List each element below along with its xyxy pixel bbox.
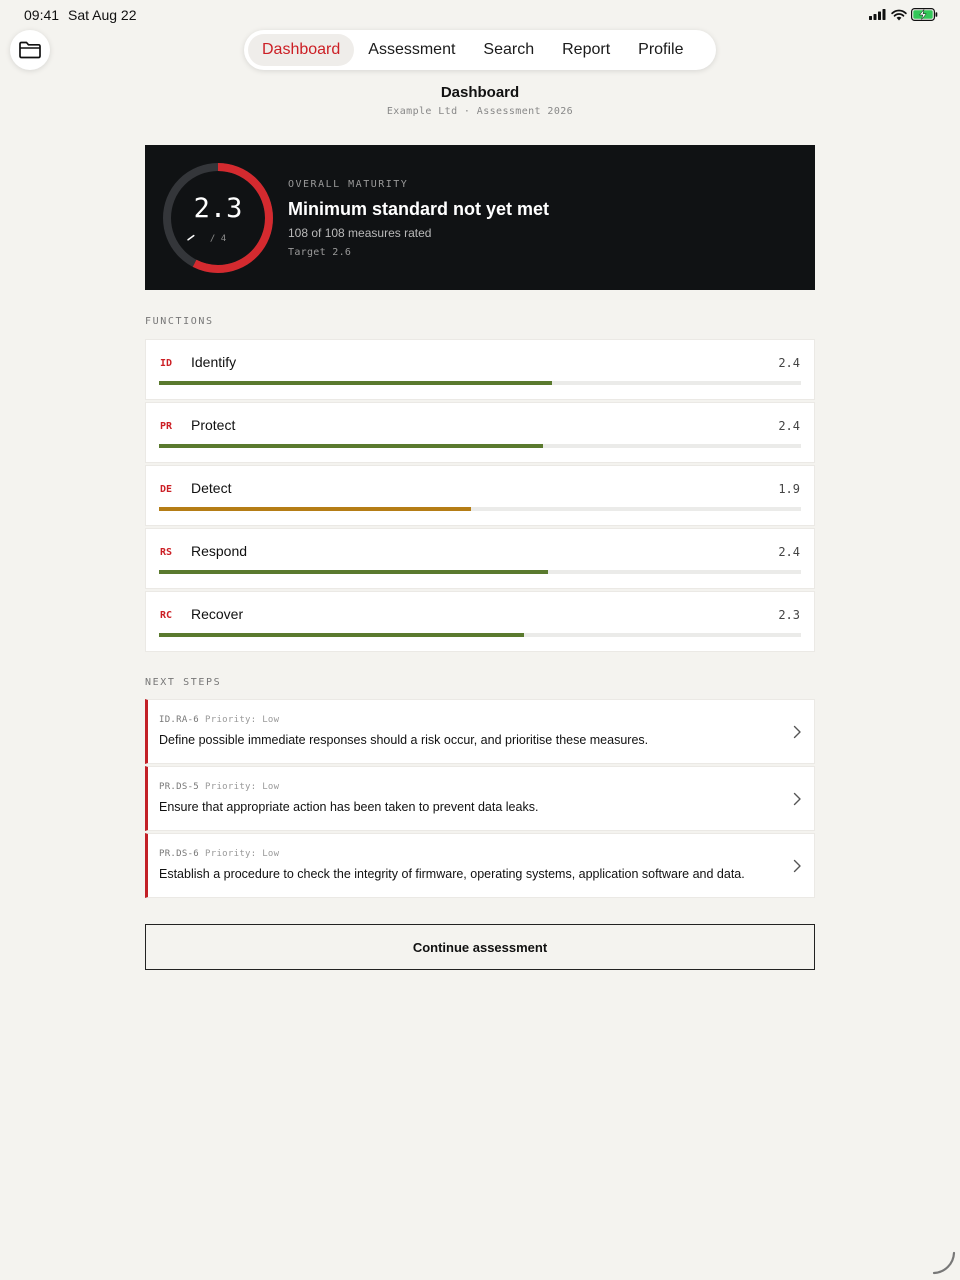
tab-label: Dashboard: [262, 41, 341, 58]
function-row-respond[interactable]: RS Respond 2.4: [145, 528, 815, 589]
overall-maturity-card: 2.3 / 4 OVERALL MATURITY Minimum standar…: [145, 145, 815, 290]
page-subtitle: Example Ltd · Assessment 2026: [386, 106, 574, 117]
step-meta: ID.RA-6 Priority: Low: [159, 714, 754, 726]
function-progress-track: [159, 444, 801, 448]
overall-kicker: OVERALL MATURITY: [288, 179, 409, 190]
function-progress-fill: [159, 507, 471, 511]
function-progress-fill: [159, 381, 552, 385]
chevron-right-icon: [793, 859, 801, 872]
step-text: Establish a procedure to check the integ…: [159, 867, 745, 881]
loading-spinner-icon: [932, 1251, 956, 1275]
tab-label: Report: [562, 41, 611, 58]
tab-assessment[interactable]: Assessment: [354, 34, 469, 66]
wifi-icon: [891, 9, 907, 20]
step-id: ID.RA-6: [159, 715, 200, 725]
next-steps-section-label: NEXT STEPS: [145, 677, 222, 688]
tab-dashboard[interactable]: Dashboard: [248, 34, 355, 66]
function-progress-fill: [159, 570, 549, 574]
function-row-recover[interactable]: RC Recover 2.3: [145, 591, 815, 652]
overall-measures: 108 of 108 measures rated: [288, 226, 432, 240]
function-code: PR: [160, 421, 173, 432]
tab-label: Search: [483, 41, 535, 58]
tab-label: Profile: [638, 41, 684, 58]
next-steps-list: ID.RA-6 Priority: Low Define possible imm…: [145, 699, 815, 900]
step-priority: Priority: Low: [205, 715, 280, 725]
next-step-card[interactable]: PR.DS-6 Priority: Low Establish a procedu…: [145, 833, 815, 898]
functions-section-label: FUNCTIONS: [145, 316, 214, 327]
overall-max: / 4: [209, 234, 227, 244]
step-priority: Priority: Low: [205, 849, 280, 859]
function-row-identify[interactable]: ID Identify 2.4: [145, 339, 815, 400]
function-code: DE: [160, 484, 173, 495]
step-text: Ensure that appropriate action has been …: [159, 800, 539, 814]
function-progress-track: [159, 507, 801, 511]
function-progress-track: [159, 570, 801, 574]
overall-heading: Minimum standard not yet met: [288, 199, 550, 219]
tab-nav: Dashboard Assessment Search Report Profi…: [244, 30, 716, 70]
function-score: 2.4: [778, 545, 800, 559]
step-meta: PR.DS-5 Priority: Low: [159, 781, 754, 793]
function-progress-fill: [159, 444, 543, 448]
step-id: PR.DS-5: [159, 782, 200, 792]
functions-list: ID Identify 2.4 PR Protect 2.4 DE Detect…: [145, 339, 815, 654]
step-priority: Priority: Low: [205, 782, 280, 792]
battery-charging-icon: [911, 8, 938, 21]
folder-icon: [19, 41, 41, 59]
chevron-right-icon: [793, 792, 801, 805]
status-date: Sat Aug 22: [68, 7, 137, 23]
overall-score: 2.3: [193, 193, 243, 224]
status-time: 09:41: [24, 7, 60, 23]
cellular-signal-icon: [869, 9, 886, 20]
function-name: Protect: [191, 417, 236, 433]
function-score: 2.4: [778, 356, 800, 370]
status-icons: [869, 8, 938, 21]
next-step-card[interactable]: ID.RA-6 Priority: Low Define possible imm…: [145, 699, 815, 764]
function-progress-track: [159, 633, 801, 637]
function-progress-track: [159, 381, 801, 385]
continue-assessment-button[interactable]: Continue assessment: [145, 924, 815, 970]
function-score: 2.4: [778, 419, 800, 433]
function-code: ID: [160, 358, 173, 369]
function-name: Identify: [191, 354, 237, 370]
page-title: Dashboard: [440, 84, 520, 101]
function-score: 1.9: [778, 482, 800, 496]
tab-profile[interactable]: Profile: [624, 34, 697, 66]
function-row-detect[interactable]: DE Detect 1.9: [145, 465, 815, 526]
function-name: Recover: [191, 606, 244, 622]
function-name: Detect: [191, 480, 232, 496]
tab-label: Assessment: [368, 41, 456, 58]
step-meta: PR.DS-6 Priority: Low: [159, 848, 754, 860]
next-step-card[interactable]: PR.DS-5 Priority: Low Ensure that appropr…: [145, 766, 815, 831]
overall-target: Target 2.6: [288, 247, 352, 258]
function-name: Respond: [191, 543, 248, 559]
chevron-right-icon: [793, 725, 801, 738]
function-code: RS: [160, 547, 173, 558]
tab-search[interactable]: Search: [469, 34, 548, 66]
function-score: 2.3: [778, 608, 800, 622]
status-bar: 09:41 Sat Aug 22: [0, 0, 960, 30]
function-progress-fill: [159, 633, 525, 637]
folder-button[interactable]: [10, 30, 50, 70]
function-row-protect[interactable]: PR Protect 2.4: [145, 402, 815, 463]
tab-report[interactable]: Report: [548, 34, 624, 66]
function-code: RC: [160, 610, 173, 621]
step-text: Define possible immediate responses shou…: [159, 733, 649, 747]
step-id: PR.DS-6: [159, 849, 200, 859]
